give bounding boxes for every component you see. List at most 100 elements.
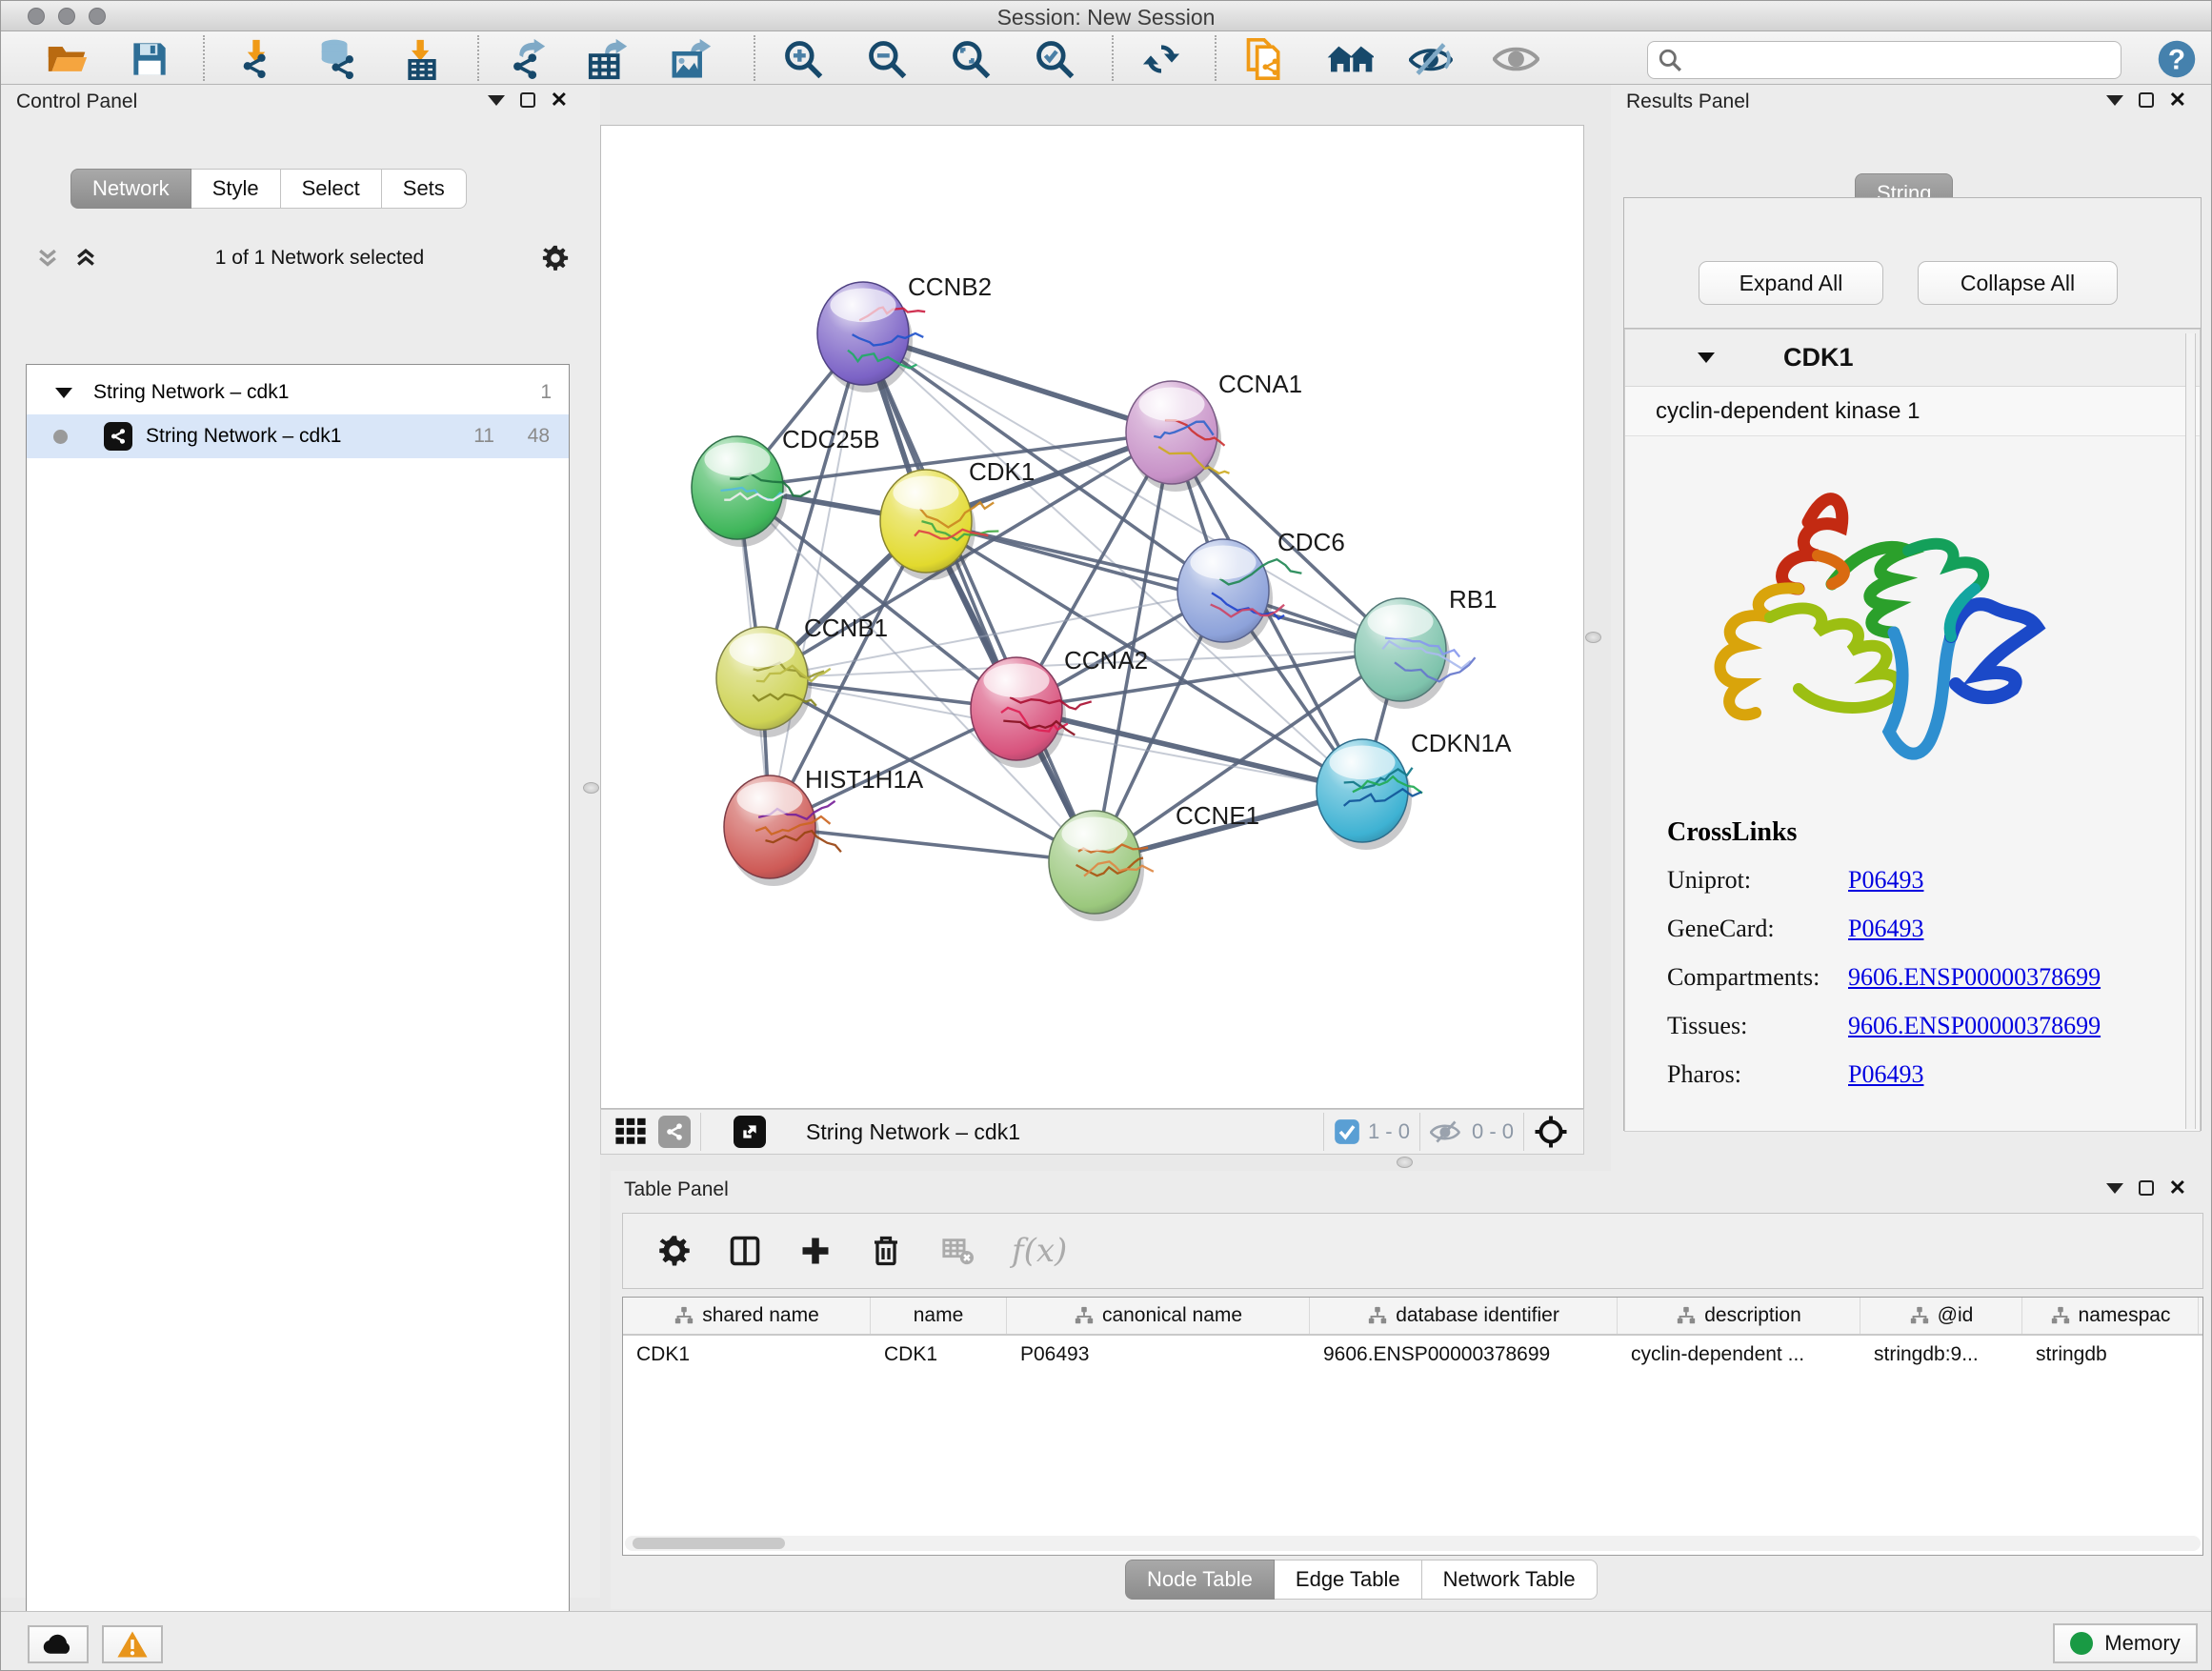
left-splitter-handle[interactable] [583,782,599,794]
collapse-all-button[interactable]: Collapse All [1918,261,2118,305]
column-header-canonical-name[interactable]: canonical name [1007,1298,1310,1334]
show-columns-icon[interactable] [728,1234,762,1268]
export-image-button[interactable] [666,37,719,81]
horizontal-splitter-handle[interactable] [1397,1157,1413,1168]
save-session-button[interactable] [123,37,176,81]
tab-edge-table[interactable]: Edge Table [1275,1560,1422,1600]
crosslink-label: Pharos: [1667,1060,1848,1089]
genecard-link[interactable]: P06493 [1848,915,1923,943]
toolbar-separator [1215,35,1217,81]
column-header-@id[interactable]: @id [1860,1298,2022,1334]
import-network-file-button[interactable] [230,37,283,81]
selected-checkbox-icon[interactable] [1334,1118,1360,1145]
panel-float-icon[interactable] [520,92,535,108]
network-node-CCNB1[interactable] [716,627,831,737]
tab-select[interactable]: Select [281,169,382,209]
memory-button[interactable]: Memory [2053,1623,2198,1663]
network-edge-CCNB2-HIST1H1A[interactable] [770,333,863,827]
zoom-selected-button[interactable] [1028,37,1081,81]
expand-all-button[interactable]: Expand All [1699,261,1883,305]
network-canvas[interactable]: CCNB2CCNA1CDC25BCDK1CDC6RB1CCNB1CCNA2CDK… [600,125,1584,1109]
view-toolbar-separator [1323,1113,1324,1151]
network-node-CCNA1[interactable] [1126,381,1230,492]
pharos-link[interactable]: P06493 [1848,1060,1923,1089]
node-label-CDC6: CDC6 [1277,528,1345,556]
warning-status-button[interactable] [102,1625,163,1663]
panel-float-icon[interactable] [2139,92,2154,108]
panel-float-icon[interactable] [2139,1180,2154,1196]
tissues-link[interactable]: 9606.ENSP00000378699 [1848,1012,2101,1040]
expand-all-chevron-icon[interactable] [73,246,98,271]
refresh-icon [1140,38,1182,80]
zoom-fit-button[interactable] [944,37,997,81]
panel-menu-icon[interactable] [2106,95,2123,106]
node-label-CDC25B: CDC25B [782,425,880,453]
column-label: description [1704,1304,1801,1327]
detach-view-icon[interactable] [734,1116,766,1148]
tab-sets[interactable]: Sets [382,169,467,209]
network-share-icon[interactable] [658,1116,691,1148]
show-home-button[interactable] [1323,37,1377,81]
show-graphics-details-button[interactable] [1491,37,1544,81]
export-table-button[interactable] [582,37,635,81]
panel-menu-icon[interactable] [488,95,505,106]
delete-column-icon[interactable] [869,1234,903,1268]
compartments-link[interactable]: 9606.ENSP00000378699 [1848,963,2101,992]
zoom-out-button[interactable] [860,37,914,81]
results-scrollbar[interactable] [2185,333,2196,1129]
tab-network[interactable]: Network [70,169,191,209]
column-header-namespac[interactable]: namespac [2022,1298,2199,1334]
birdseye-crosshair-icon[interactable] [1534,1115,1568,1149]
network-node-CDKN1A[interactable] [1317,739,1422,850]
network-row[interactable]: String Network – cdk1 11 48 [27,414,569,458]
help-button[interactable]: ? [2150,37,2203,81]
open-session-button[interactable] [41,37,94,81]
cloud-status-button[interactable] [28,1625,89,1663]
svg-text:?: ? [2168,45,2185,76]
import-table-file-button[interactable] [395,37,449,81]
tab-node-table[interactable]: Node Table [1125,1560,1275,1600]
protein-expander-icon[interactable] [1698,352,1715,363]
zoom-in-button[interactable] [776,37,830,81]
panel-close-icon[interactable]: ✕ [2169,1180,2186,1196]
column-header-database-identifier[interactable]: database identifier [1310,1298,1618,1334]
hide-selected-button[interactable] [1407,37,1460,81]
table-row[interactable]: CDK1CDK1P064939606.ENSP00000378699cyclin… [623,1336,2202,1374]
network-node-count: 11 [473,425,494,448]
column-header-description[interactable]: description [1618,1298,1860,1334]
window-title: Session: New Session [1,5,2211,30]
table-horizontal-scrollbar[interactable] [625,1536,2201,1551]
refresh-layout-button[interactable] [1135,37,1188,81]
network-edge-CCNA2-CDKN1A[interactable] [1016,709,1362,791]
node-label-CCNB1: CCNB1 [804,614,888,642]
panel-menu-icon[interactable] [2106,1183,2123,1194]
search-input[interactable] [1682,50,2092,71]
network-collection-row[interactable]: String Network – cdk1 1 [27,371,569,414]
column-header-shared-name[interactable]: shared name [623,1298,871,1334]
create-column-icon[interactable] [798,1234,833,1268]
network-node-CDK1[interactable] [880,470,998,580]
panel-close-icon[interactable]: ✕ [2169,92,2186,108]
network-node-CCNE1[interactable] [1049,811,1154,921]
hidden-eye-slash-icon[interactable] [1430,1119,1464,1144]
new-network-from-selection-button[interactable] [1237,37,1291,81]
table-options-gear-icon[interactable] [657,1234,692,1268]
view-title: String Network – cdk1 [806,1119,1020,1145]
panel-close-icon[interactable]: ✕ [551,92,568,108]
right-splitter-handle[interactable] [1585,632,1601,643]
tab-style[interactable]: Style [191,169,281,209]
toolbar-separator [754,35,755,81]
export-network-button[interactable] [500,37,553,81]
grid-view-icon[interactable] [614,1116,647,1148]
column-header-name[interactable]: name [871,1298,1007,1334]
collapse-all-chevron-icon[interactable] [35,246,60,271]
network-edge-count: 48 [528,425,550,448]
network-list: String Network – cdk1 1 String Network –… [26,364,570,1671]
collection-expander-icon[interactable] [55,388,72,398]
uniprot-link[interactable]: P06493 [1848,866,1923,895]
tab-network-table[interactable]: Network Table [1422,1560,1598,1600]
import-network-database-button[interactable] [310,37,363,81]
network-node-RB1[interactable] [1355,598,1476,709]
network-options-gear-icon[interactable] [541,244,570,272]
houses-icon [1326,40,1374,78]
